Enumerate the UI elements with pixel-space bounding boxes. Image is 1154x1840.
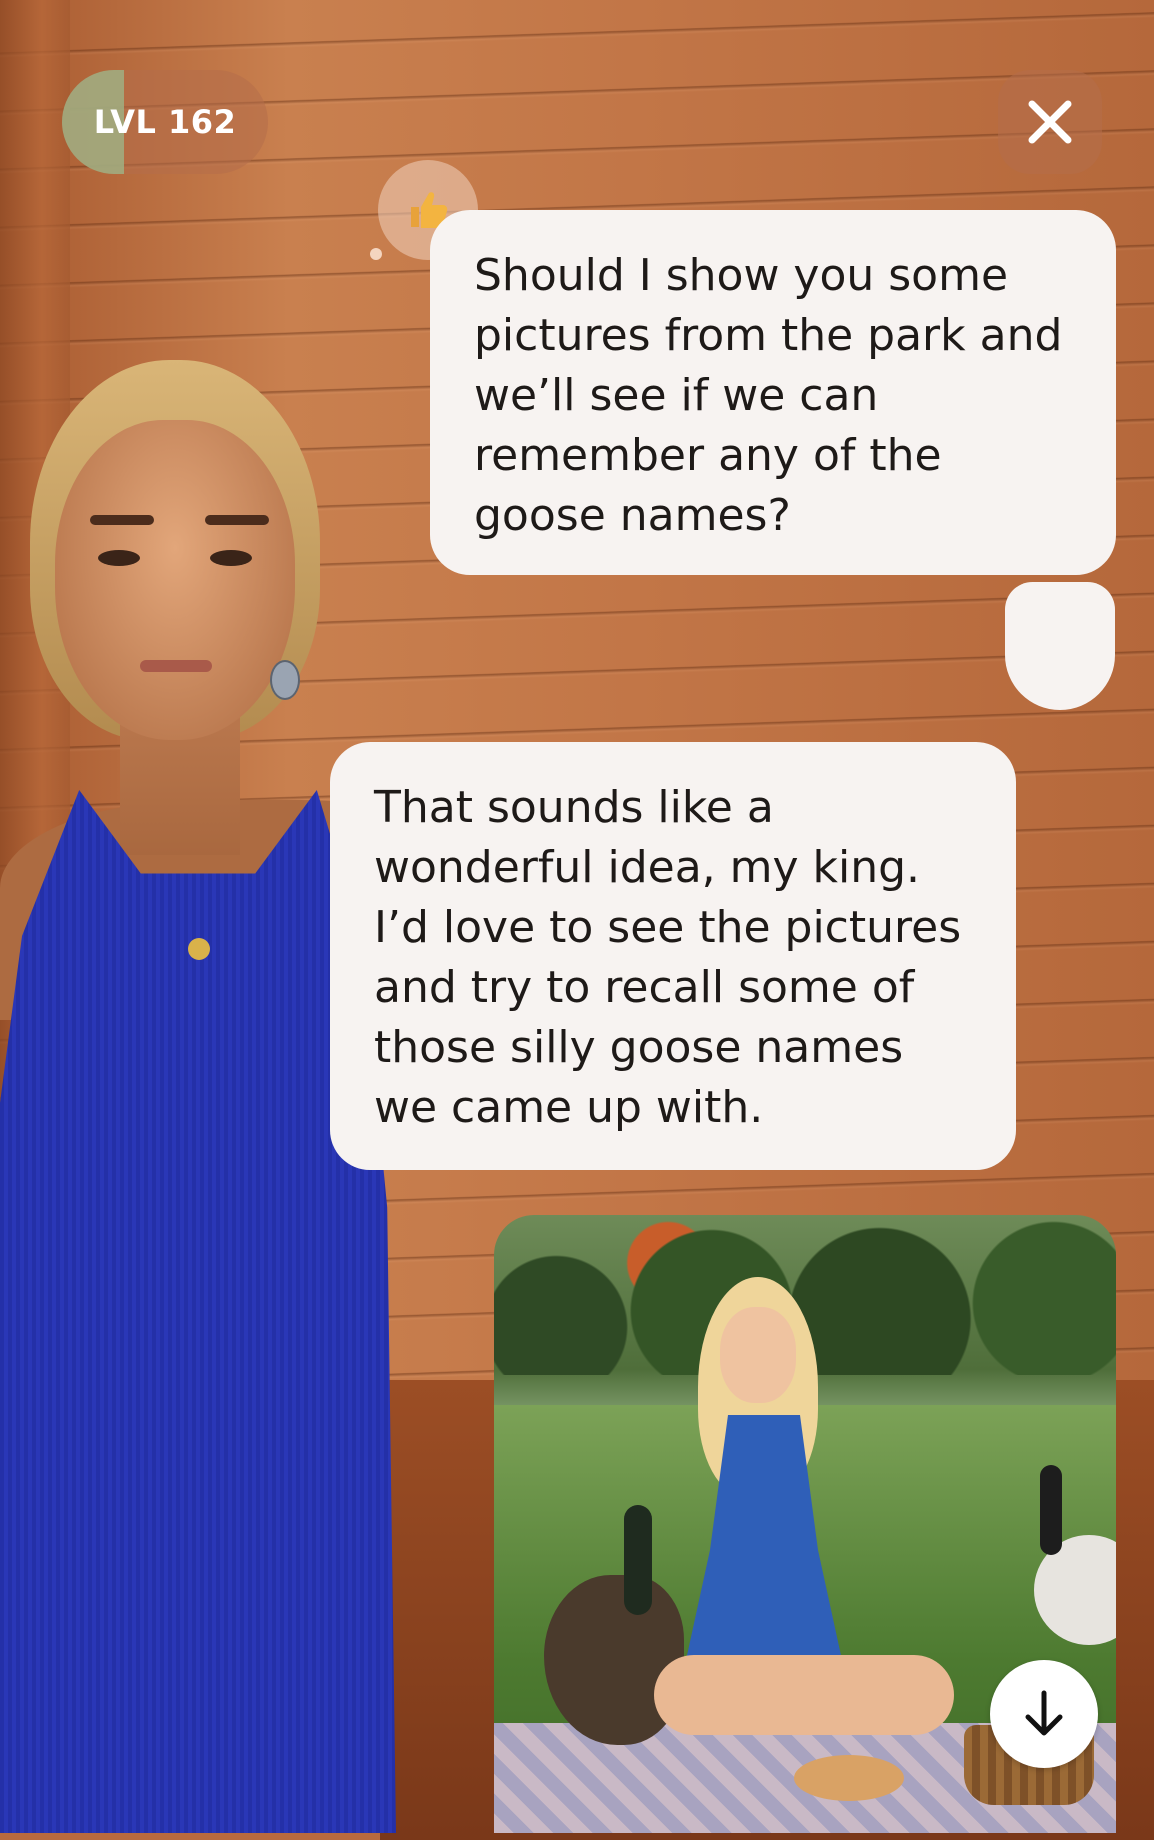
avatar-brow-right: [205, 515, 269, 525]
avatar-earring: [270, 660, 300, 700]
close-icon: [1028, 100, 1072, 144]
picture-goose-left-neck: [624, 1505, 652, 1615]
user-message-tail: [1005, 582, 1115, 710]
level-label: LVL 162: [93, 103, 237, 141]
close-button[interactable]: [998, 70, 1102, 174]
arrow-down-icon: [1025, 1690, 1063, 1736]
avatar-eye-left: [98, 550, 140, 566]
avatar-brow-left: [90, 515, 154, 525]
download-button[interactable]: [990, 1660, 1098, 1768]
picture-woman-legs: [654, 1655, 954, 1735]
level-pill[interactable]: LVL 162: [62, 70, 268, 174]
avatar-eye-right: [210, 550, 252, 566]
user-message-bubble: Should I show you some pictures from the…: [430, 210, 1116, 575]
avatar-mouth: [140, 660, 212, 672]
avatar-face: [55, 420, 295, 740]
picture-bread: [794, 1755, 904, 1801]
avatar-pendant: [188, 938, 210, 960]
picture-goose-right-neck: [1040, 1465, 1062, 1555]
picture-woman-face: [720, 1307, 796, 1403]
reaction-dot: [370, 248, 382, 260]
ai-message-bubble: That sounds like a wonderful idea, my ki…: [330, 742, 1016, 1170]
